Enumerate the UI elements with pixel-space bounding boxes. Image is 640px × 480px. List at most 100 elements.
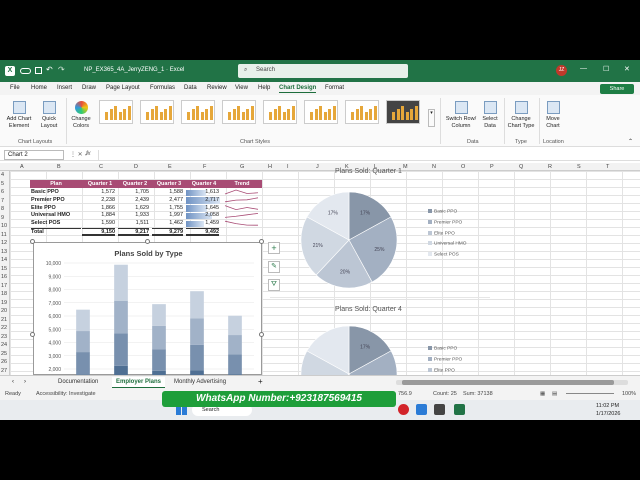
- menu-formulas[interactable]: Formulas: [150, 85, 175, 91]
- menu-help[interactable]: Help: [258, 85, 270, 91]
- next-sheet-icon[interactable]: ›: [24, 379, 26, 385]
- menu-insert[interactable]: Insert: [57, 85, 72, 91]
- column-header[interactable]: G: [240, 164, 244, 170]
- row-header[interactable]: 8: [1, 206, 4, 212]
- resize-handle[interactable]: [30, 332, 35, 337]
- bar-segment[interactable]: [76, 352, 90, 375]
- column-header[interactable]: J: [316, 164, 319, 170]
- quarter-value-cell[interactable]: 1,755: [152, 205, 183, 213]
- row-header[interactable]: 4: [1, 172, 4, 178]
- column-header[interactable]: P: [490, 164, 494, 170]
- sheet-tab[interactable]: Monthly Advertising: [170, 377, 230, 388]
- add-chart-element-button[interactable]: Add Chart Element: [6, 101, 32, 129]
- accessibility-status[interactable]: Accessibility: Investigate: [36, 391, 96, 397]
- plan-name-cell[interactable]: Elite PPO: [31, 205, 81, 213]
- view-layout-icon[interactable]: ▤: [552, 391, 557, 397]
- styles-scroll-icon[interactable]: ▾: [428, 109, 435, 127]
- column-header[interactable]: F: [203, 164, 206, 170]
- menu-page-layout[interactable]: Page Layout: [106, 85, 140, 91]
- legend-entry[interactable]: Premier PPO: [428, 356, 462, 362]
- chart-styles-brush-icon[interactable]: ✎: [268, 261, 280, 273]
- column-header[interactable]: E: [168, 164, 172, 170]
- quarter-value-cell[interactable]: 1,572: [82, 189, 115, 197]
- column-header[interactable]: H: [268, 164, 272, 170]
- bar-segment[interactable]: [190, 344, 204, 371]
- quarter-value-cell[interactable]: 9,279: [152, 228, 183, 236]
- chart-style-thumbnail[interactable]: [99, 100, 133, 124]
- column-header[interactable]: N: [432, 164, 436, 170]
- quarter-value-cell[interactable]: 1,933: [118, 212, 149, 220]
- row-header[interactable]: 5: [1, 181, 4, 187]
- clock-time[interactable]: 11:02 PM: [596, 403, 619, 409]
- search-box[interactable]: ⌕ Search: [238, 64, 408, 78]
- row-header[interactable]: 22: [1, 325, 7, 331]
- undo-icon[interactable]: ↶: [46, 65, 53, 74]
- plans-sold-by-type-chart[interactable]: Plans Sold by Type 10,000 9,000 8,000 7,000…: [33, 242, 262, 375]
- row-header[interactable]: 25: [1, 351, 7, 357]
- autosave-toggle[interactable]: [20, 68, 31, 74]
- row-header[interactable]: 11: [1, 232, 7, 238]
- maximize-icon[interactable]: ☐: [603, 65, 609, 73]
- bar-segment[interactable]: [190, 318, 204, 345]
- column-header[interactable]: S: [577, 164, 581, 170]
- menu-review[interactable]: Review: [207, 85, 227, 91]
- plan-name-cell[interactable]: Total: [31, 228, 81, 236]
- row-header[interactable]: 20: [1, 308, 7, 314]
- select-data-button[interactable]: Select Data: [480, 101, 500, 129]
- switch-row-column-button[interactable]: Switch Row/ Column: [444, 101, 478, 129]
- row-header[interactable]: 6: [1, 189, 4, 195]
- row-header[interactable]: 18: [1, 291, 7, 297]
- sheet-tab[interactable]: Documentation: [54, 377, 102, 388]
- row-header[interactable]: 16: [1, 274, 7, 280]
- save-icon[interactable]: [35, 67, 42, 74]
- legend-entry[interactable]: Elite PPO: [428, 367, 462, 373]
- row-header[interactable]: 13: [1, 249, 7, 255]
- quarter-value-cell[interactable]: 1,997: [152, 212, 183, 220]
- column-header[interactable]: B: [57, 164, 61, 170]
- row-header[interactable]: 9: [1, 215, 4, 221]
- quarter-value-cell[interactable]: 2,058: [186, 212, 219, 220]
- fx-icon[interactable]: fx: [86, 151, 91, 157]
- quarter-value-cell[interactable]: 1,459: [186, 220, 219, 228]
- menu-view[interactable]: View: [235, 85, 248, 91]
- zoom-level[interactable]: 100%: [622, 391, 636, 397]
- close-icon[interactable]: ✕: [624, 65, 630, 73]
- minimize-icon[interactable]: —: [580, 65, 587, 72]
- quarter-value-cell[interactable]: 9,492: [186, 228, 219, 236]
- bar-segment[interactable]: [76, 331, 90, 353]
- bar-segment[interactable]: [114, 365, 128, 375]
- table-header[interactable]: Trend: [222, 180, 262, 188]
- chart-elements-button[interactable]: +: [268, 242, 280, 254]
- column-header[interactable]: O: [461, 164, 465, 170]
- row-header[interactable]: 26: [1, 359, 7, 365]
- column-header[interactable]: Q: [519, 164, 523, 170]
- chart-style-thumbnail[interactable]: [140, 100, 174, 124]
- app-icon[interactable]: [434, 404, 445, 415]
- plan-name-cell[interactable]: Select POS: [31, 220, 81, 228]
- bar-segment[interactable]: [228, 354, 242, 375]
- horizontal-scrollbar[interactable]: [396, 380, 628, 385]
- bar-segment[interactable]: [114, 264, 128, 301]
- bar-segment[interactable]: [152, 304, 166, 326]
- bar-segment[interactable]: [152, 325, 166, 350]
- menu-draw[interactable]: Draw: [82, 85, 96, 91]
- table-header[interactable]: Quarter 1: [82, 180, 118, 188]
- column-header[interactable]: M: [403, 164, 408, 170]
- table-header[interactable]: Quarter 3: [152, 180, 186, 188]
- resize-handle[interactable]: [259, 239, 264, 244]
- clock-date[interactable]: 1/17/2026: [596, 411, 620, 417]
- row-header[interactable]: 21: [1, 317, 7, 323]
- store-icon[interactable]: [416, 404, 427, 415]
- plan-name-cell[interactable]: Basic PPO: [31, 189, 81, 197]
- bar-segment[interactable]: [114, 333, 128, 366]
- view-normal-icon[interactable]: ▦: [540, 391, 545, 397]
- quarter-value-cell[interactable]: 1,884: [82, 212, 115, 220]
- table-header[interactable]: Plan: [30, 180, 82, 188]
- row-header[interactable]: 27: [1, 368, 7, 374]
- row-header[interactable]: 7: [1, 198, 4, 204]
- legend-entry[interactable]: Universal HMO: [428, 241, 467, 247]
- add-sheet-icon[interactable]: +: [258, 377, 263, 386]
- menu-file[interactable]: File: [10, 85, 20, 91]
- column-header[interactable]: D: [134, 164, 138, 170]
- share-button[interactable]: Share: [600, 84, 634, 94]
